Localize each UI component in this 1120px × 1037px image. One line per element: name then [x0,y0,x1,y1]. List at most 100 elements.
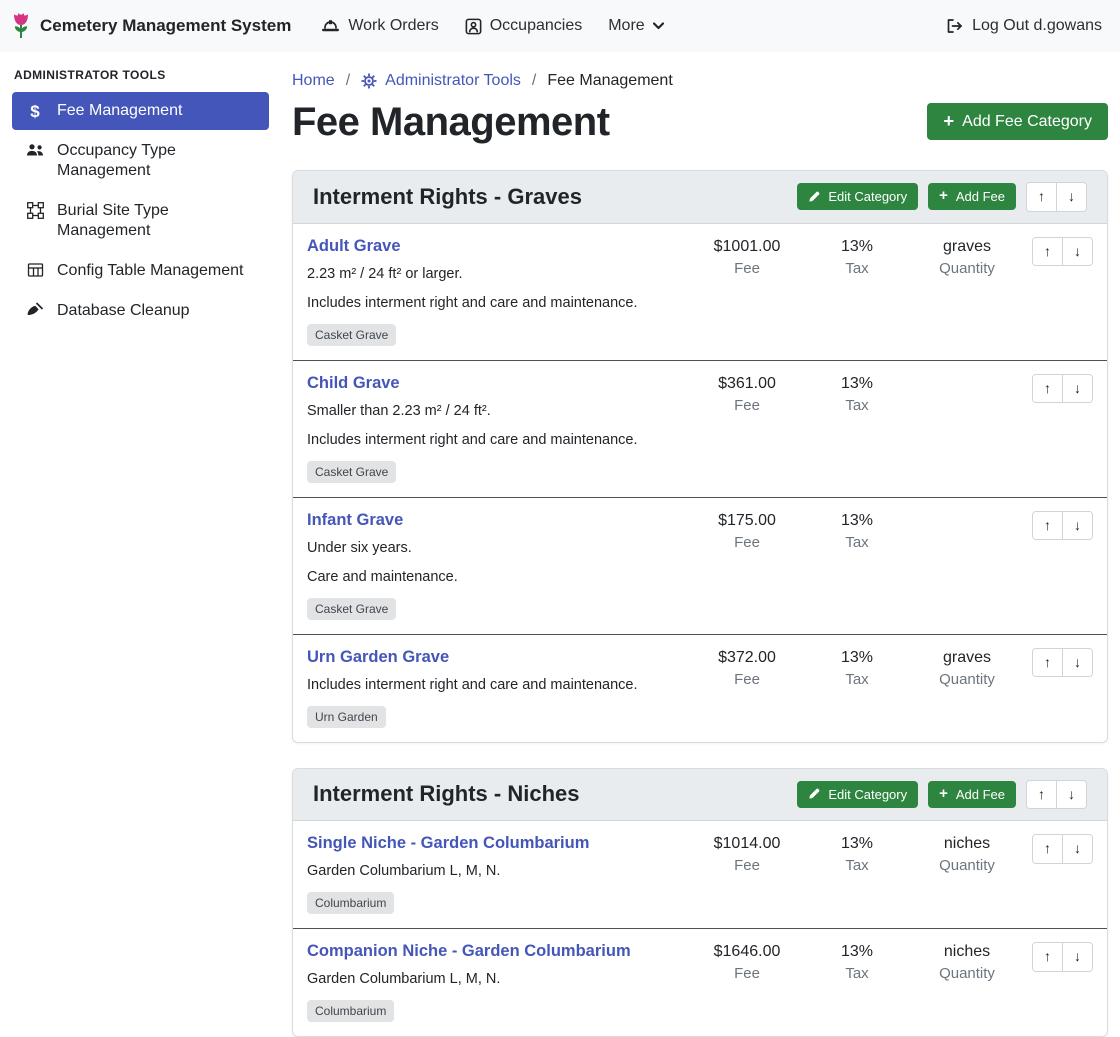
nav-work-orders[interactable]: Work Orders [321,17,438,35]
fee-name-link[interactable]: Adult Grave [307,237,401,256]
breadcrumb: Home / Administrator Tools [292,64,1108,90]
breadcrumb-admin-tools-link[interactable]: Administrator Tools [361,72,521,90]
move-category-down-button[interactable]: ↓ [1056,781,1086,809]
main-content: Home / Administrator Tools [280,52,1120,1037]
fee-descriptions: Smaller than 2.23 m² / 24 ft².Includes i… [307,401,687,451]
add-fee-button[interactable]: + Add Fee [928,781,1016,808]
arrow-up-icon: ↑ [1038,786,1045,802]
sidebar-item-label: Database Cleanup [57,301,190,321]
fee-amount: $175.00 [687,512,807,530]
fee-name-link[interactable]: Urn Garden Grave [307,648,449,667]
fee-quantity-col: niches Quantity [907,834,1027,874]
move-fee-down-button[interactable]: ↓ [1062,375,1092,403]
move-category-down-button[interactable]: ↓ [1056,183,1086,211]
edit-category-label: Edit Category [828,787,907,802]
move-fee-up-button[interactable]: ↑ [1033,835,1062,863]
move-fee-up-button[interactable]: ↑ [1033,238,1062,266]
fee-type-badge: Urn Garden [307,706,386,728]
fee-name-link[interactable]: Infant Grave [307,511,403,530]
fee-tax: 13% [807,238,907,256]
fee-amount-label: Fee [687,260,807,277]
fee-category-header: Interment Rights - Graves Edit Category [293,171,1107,224]
category-list: Interment Rights - Graves Edit Category [292,170,1108,1037]
fee-amount-label: Fee [687,671,807,688]
fee-quantity-col: graves Quantity [907,237,1027,277]
fee-amount-col: $372.00 Fee [687,648,807,688]
fee-description: Includes interment right and care and ma… [307,675,687,696]
logout-label: Log Out d.gowans [972,17,1102,35]
move-fee-up-button[interactable]: ↑ [1033,649,1062,677]
edit-category-button[interactable]: Edit Category [797,183,918,210]
sidebar-item-config-table[interactable]: Config Table Management [12,252,269,290]
breadcrumb-current: Fee Management [547,72,672,90]
category-reorder-group: ↑ ↓ [1026,182,1087,212]
app-title: Cemetery Management System [40,16,291,36]
fee-type-badge: Columbarium [307,1000,394,1022]
add-fee-button[interactable]: + Add Fee [928,183,1016,210]
fee-amount-col: $1646.00 Fee [687,942,807,982]
add-fee-category-button[interactable]: + Add Fee Category [927,103,1108,139]
fee-tax: 13% [807,649,907,667]
logout-link[interactable]: Log Out d.gowans [945,17,1102,35]
person-frame-icon [465,18,482,35]
fee-description: Garden Columbarium L, M, N. [307,969,687,990]
breadcrumb-separator: / [346,72,350,90]
fee-type-badge: Casket Grave [307,598,396,620]
nav-occupancies[interactable]: Occupancies [465,17,583,35]
breadcrumb-separator: / [532,72,536,90]
sidebar-item-occupancy-type[interactable]: Occupancy Type Management [12,132,269,190]
fee-amount-label: Fee [687,857,807,874]
move-fee-up-button[interactable]: ↑ [1033,512,1062,540]
app-brand[interactable]: Cemetery Management System [10,10,291,42]
arrow-down-icon: ↓ [1074,840,1081,856]
sidebar-item-label: Occupancy Type Management [57,141,257,181]
fee-tax: 13% [807,375,907,393]
move-fee-down-button[interactable]: ↓ [1062,649,1092,677]
plus-icon: + [939,189,948,204]
fee-descriptions: Under six years.Care and maintenance. [307,538,687,588]
move-fee-down-button[interactable]: ↓ [1062,943,1092,971]
sidebar-item-database-cleanup[interactable]: Database Cleanup [12,292,269,330]
fee-amount-label: Fee [687,534,807,551]
fee-name-link[interactable]: Child Grave [307,374,400,393]
plus-icon: + [939,787,948,802]
arrow-down-icon: ↓ [1074,517,1081,533]
fee-list: Single Niche - Garden Columbarium Garden… [293,821,1107,1036]
sidebar-item-burial-site-type[interactable]: Burial Site Type Management [12,192,269,250]
fee-category-card: Interment Rights - Graves Edit Category [292,170,1108,743]
fee-descriptions: 2.23 m² / 24 ft² or larger.Includes inte… [307,264,687,314]
move-fee-up-button[interactable]: ↑ [1033,943,1062,971]
arrow-up-icon: ↑ [1044,948,1051,964]
move-category-up-button[interactable]: ↑ [1027,183,1056,211]
fee-description: Under six years. [307,538,687,559]
fee-tax-label: Tax [807,397,907,414]
fee-tax-label: Tax [807,965,907,982]
move-fee-up-button[interactable]: ↑ [1033,375,1062,403]
fee-type-badge: Columbarium [307,892,394,914]
breadcrumb-home-link[interactable]: Home [292,72,335,90]
arrow-down-icon: ↓ [1068,188,1075,204]
move-fee-down-button[interactable]: ↓ [1062,512,1092,540]
add-fee-label: Add Fee [956,189,1005,204]
fee-row: Infant Grave Under six years.Care and ma… [293,497,1107,634]
sidebar-item-label: Fee Management [57,101,182,121]
fee-amount: $1001.00 [687,238,807,256]
fee-list: Adult Grave 2.23 m² / 24 ft² or larger.I… [293,224,1107,742]
fee-tax-label: Tax [807,260,907,277]
fee-amount-col: $361.00 Fee [687,374,807,414]
fee-name-link[interactable]: Companion Niche - Garden Columbarium [307,942,631,961]
nav-more[interactable]: More [608,17,663,35]
move-fee-down-button[interactable]: ↓ [1062,238,1092,266]
move-fee-down-button[interactable]: ↓ [1062,835,1092,863]
page-header: Fee Management + Add Fee Category [292,98,1108,145]
fee-amount: $361.00 [687,375,807,393]
move-category-up-button[interactable]: ↑ [1027,781,1056,809]
breadcrumb-admin-tools-label: Administrator Tools [385,72,521,90]
fee-name-link[interactable]: Single Niche - Garden Columbarium [307,834,589,853]
dollar-icon: $ [24,101,46,120]
edit-category-button[interactable]: Edit Category [797,781,918,808]
admin-sidebar: ADMINISTRATOR TOOLS $ Fee Management Occ… [0,52,280,332]
arrow-up-icon: ↑ [1038,188,1045,204]
sidebar-item-fee-management[interactable]: $ Fee Management [12,92,269,130]
fee-quantity-label: Quantity [907,671,1027,688]
